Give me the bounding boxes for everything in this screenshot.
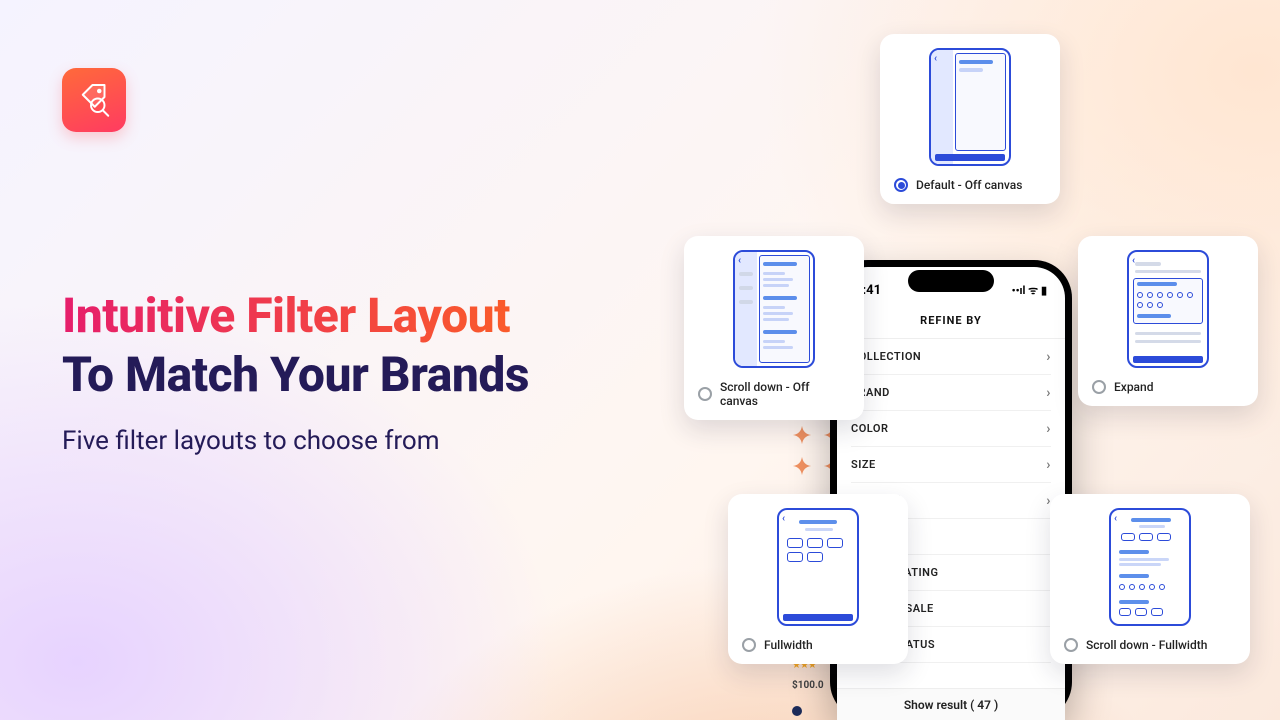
show-result-label: Show result ( 47 )	[904, 698, 998, 712]
filter-row-collection[interactable]: COLLECTION›	[851, 339, 1051, 375]
phone-notch	[908, 270, 994, 292]
layout-option-scroll-fullwidth[interactable]: ‹ Scroll down - Fullwidth	[1050, 494, 1250, 664]
app-logo	[62, 68, 126, 132]
layout-option-scroll-off-canvas[interactable]: ‹ Scroll down - Off canvas	[684, 236, 864, 420]
chevron-right-icon: ›	[1046, 385, 1051, 401]
filter-row-color[interactable]: COLOR ›	[851, 411, 1051, 447]
layout-thumb-fullwidth: ‹	[777, 508, 859, 626]
layout-option-label: Scroll down - Fullwidth	[1086, 638, 1207, 652]
filter-row-brand[interactable]: BRAND›	[851, 375, 1051, 411]
peek-swatch	[792, 706, 802, 716]
filter-label: SIZE	[851, 458, 876, 471]
layout-option-default[interactable]: ‹ Default - Off canvas	[880, 34, 1060, 204]
headline-line-1: Intuitive Filter Layout	[62, 290, 722, 343]
filter-label: COLOR	[851, 422, 888, 435]
radio-unselected-icon[interactable]	[698, 387, 712, 401]
status-icons: ••ıl ᯤ ▮	[1012, 283, 1047, 298]
layout-option-label: Expand	[1114, 380, 1153, 394]
radio-selected-icon[interactable]	[894, 178, 908, 192]
refine-header: ✕ REFINE BY	[837, 303, 1065, 339]
show-result-button[interactable]: Show result ( 47 )	[837, 688, 1065, 720]
filter-row-size[interactable]: SIZE ›	[851, 447, 1051, 483]
layout-option-expand[interactable]: ‹ Expand	[1078, 236, 1258, 406]
radio-unselected-icon[interactable]	[1092, 380, 1106, 394]
tag-search-icon	[76, 82, 112, 118]
layout-option-label: Scroll down - Off canvas	[720, 380, 850, 408]
hero-subhead: Five filter layouts to choose from	[62, 426, 722, 456]
layout-thumb-scroll-off: ‹	[733, 250, 815, 368]
hero-copy: Intuitive Filter Layout To Match Your Br…	[62, 290, 722, 456]
headline-line-2: To Match Your Brands	[62, 349, 722, 402]
layout-thumb-scroll-fullwidth: ‹	[1109, 508, 1191, 626]
chevron-right-icon: ›	[1046, 349, 1051, 365]
chevron-right-icon: ›	[1046, 457, 1051, 473]
layout-option-label: Default - Off canvas	[916, 178, 1022, 192]
chevron-right-icon: ›	[1046, 421, 1051, 437]
layout-option-fullwidth[interactable]: ‹ Fullwidth	[728, 494, 908, 664]
layout-thumb-expand: ‹	[1127, 250, 1209, 368]
layout-thumb-default: ‹	[929, 48, 1011, 166]
radio-unselected-icon[interactable]	[1064, 638, 1078, 652]
refine-title: REFINE BY	[837, 314, 1065, 327]
radio-unselected-icon[interactable]	[742, 638, 756, 652]
layout-option-label: Fullwidth	[764, 638, 813, 652]
